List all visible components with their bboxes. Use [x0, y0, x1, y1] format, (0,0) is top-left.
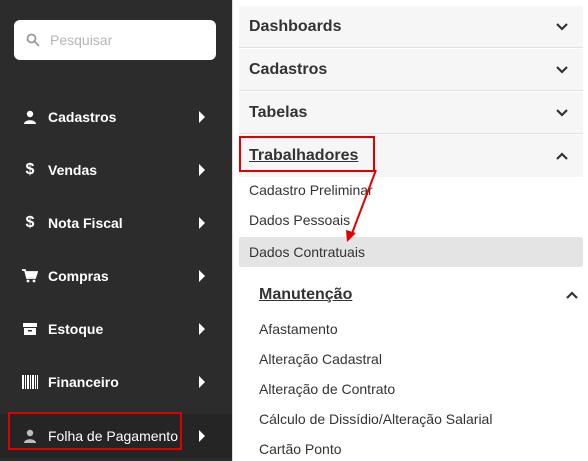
menu-link-alteracao-cadastral[interactable]: Alteração Cadastral	[259, 351, 382, 367]
chevron-down-icon	[556, 109, 568, 117]
menu-link-afastamento[interactable]: Afastamento	[259, 321, 338, 337]
barcode-icon	[22, 374, 38, 390]
sidebar-item-label: Nota Fiscal	[48, 215, 123, 231]
menu-link-dados-pessoais[interactable]: Dados Pessoais	[249, 212, 350, 228]
accordion-label: Tabelas	[249, 103, 308, 121]
sidebar-item-vendas[interactable]: $ Vendas	[0, 150, 232, 190]
caret-right-icon	[199, 323, 205, 335]
sidebar-item-nota-fiscal[interactable]: $ Nota Fiscal	[0, 203, 232, 243]
menu-link-calculo-dissidio[interactable]: Cálculo de Dissídio/Alteração Salarial	[259, 411, 492, 427]
chevron-up-icon	[566, 291, 578, 299]
caret-right-icon	[199, 376, 205, 388]
sidebar-item-label: Folha de Pagamento	[48, 428, 178, 444]
accordion-label: Cadastros	[249, 60, 328, 78]
menu-link-cartao-ponto[interactable]: Cartão Ponto	[259, 441, 342, 457]
sidebar-item-label: Cadastros	[48, 109, 117, 125]
user-icon	[22, 428, 38, 444]
menu-link-dados-contratuais[interactable]: Dados Contratuais	[239, 237, 583, 267]
caret-right-icon	[199, 217, 205, 229]
accordion-dashboards[interactable]: Dashboards	[239, 6, 583, 48]
sidebar: Cadastros $ Vendas $ Nota Fiscal Compras…	[0, 0, 232, 461]
sidebar-item-cadastros[interactable]: Cadastros	[0, 97, 232, 137]
search-input[interactable]	[50, 32, 200, 48]
search-icon	[26, 33, 40, 47]
caret-right-icon	[199, 111, 205, 123]
caret-right-icon	[199, 164, 205, 176]
accordion-manutencao[interactable]: Manutenção	[259, 282, 579, 308]
cart-icon	[22, 268, 38, 284]
submenu-panel: Dashboards Cadastros Tabelas Trabalhador…	[232, 0, 588, 461]
user-icon	[22, 109, 38, 125]
sidebar-item-financeiro[interactable]: Financeiro	[0, 362, 232, 402]
dollar-icon: $	[25, 161, 35, 178]
sidebar-item-label: Financeiro	[48, 374, 119, 390]
sidebar-item-estoque[interactable]: Estoque	[0, 309, 232, 349]
sidebar-item-folha-de-pagamento[interactable]: Folha de Pagamento	[0, 414, 232, 458]
sidebar-item-compras[interactable]: Compras	[0, 256, 232, 296]
accordion-tabelas[interactable]: Tabelas	[239, 92, 583, 134]
sidebar-item-label: Vendas	[48, 162, 98, 178]
accordion-label: Dashboards	[249, 17, 342, 35]
sidebar-item-label: Compras	[48, 268, 109, 284]
chevron-down-icon	[556, 66, 568, 74]
sidebar-item-label: Estoque	[48, 321, 104, 337]
chevron-down-icon	[556, 23, 568, 31]
accordion-label: Trabalhadores	[249, 147, 359, 164]
search-box[interactable]	[14, 20, 216, 60]
menu-link-alteracao-de-contrato[interactable]: Alteração de Contrato	[259, 381, 395, 397]
dollar-icon: $	[25, 214, 35, 231]
accordion-trabalhadores[interactable]: Trabalhadores	[239, 135, 583, 177]
chevron-up-icon	[556, 152, 568, 160]
caret-right-icon	[199, 270, 205, 282]
caret-right-icon	[199, 430, 205, 442]
accordion-label: Manutenção	[259, 286, 353, 303]
menu-link-label: Dados Contratuais	[249, 244, 365, 260]
accordion-cadastros[interactable]: Cadastros	[239, 49, 583, 91]
archive-box-icon	[22, 321, 38, 337]
menu-link-cadastro-preliminar[interactable]: Cadastro Preliminar	[249, 182, 373, 198]
